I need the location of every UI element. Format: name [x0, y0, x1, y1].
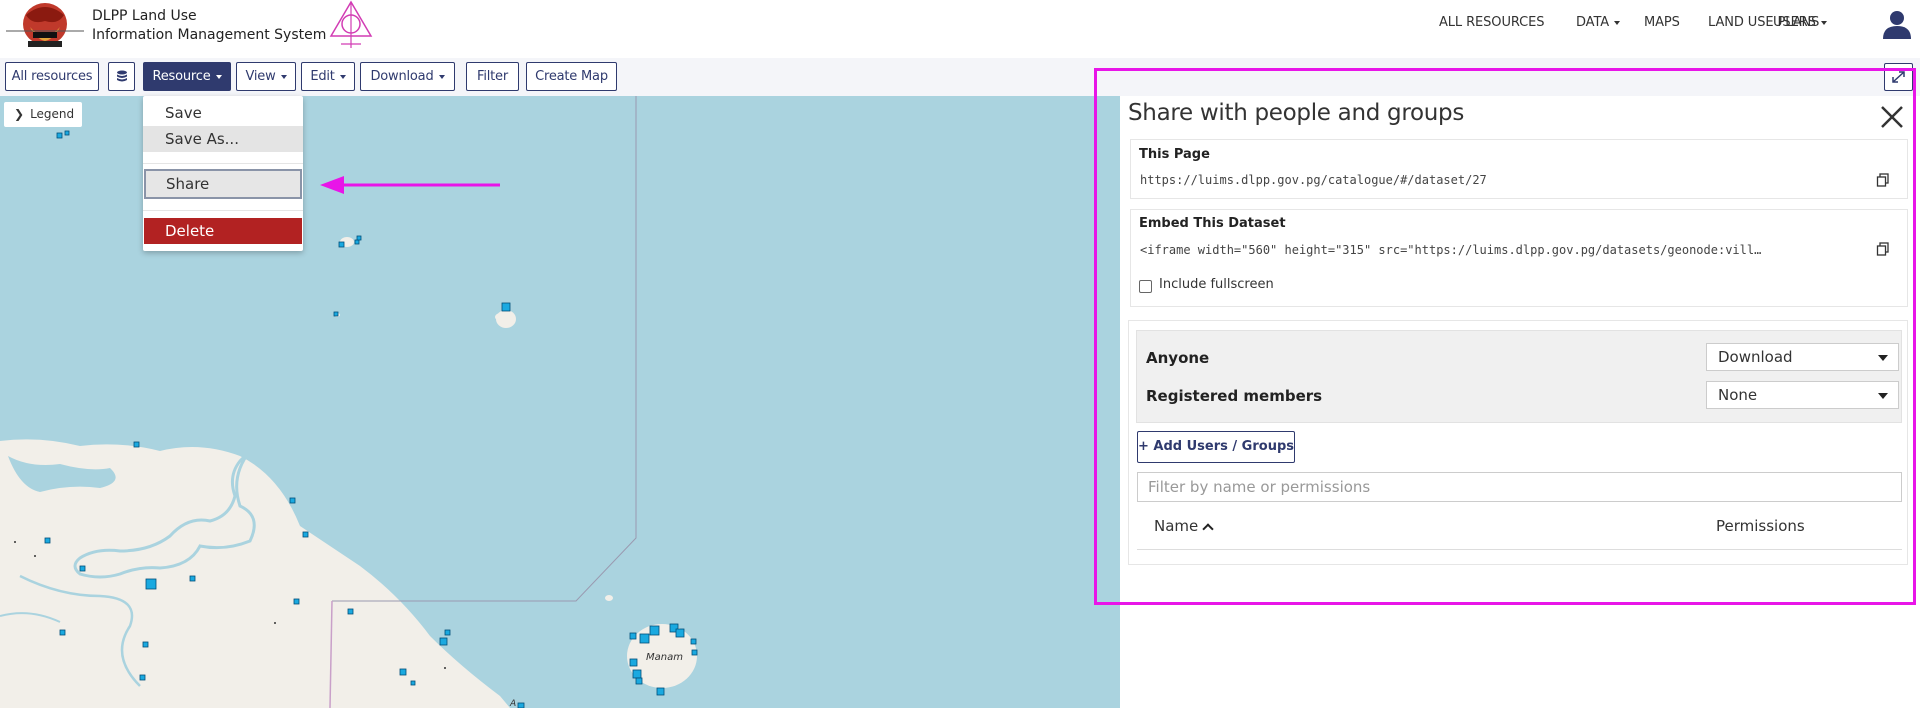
filter-button[interactable]: Filter	[466, 62, 519, 91]
permissions-filter-input[interactable]	[1137, 472, 1902, 502]
papua-new-guinea-emblem-logo[interactable]	[6, 1, 84, 51]
caret-down-icon	[339, 74, 346, 79]
menu-divider	[143, 163, 303, 164]
top-navbar: DLPP Land Use Information Management Sys…	[0, 0, 1920, 58]
dlpp-emblem-icon	[329, 0, 373, 48]
view-menu-label: View	[245, 69, 276, 84]
sort-ascending-icon	[1202, 522, 1214, 535]
caret-down-icon	[1820, 20, 1827, 25]
brand-line-1: DLPP Land Use	[92, 8, 197, 24]
menu-item-save-as[interactable]: Save As...	[143, 126, 303, 152]
download-menu-button[interactable]: Download	[360, 62, 455, 91]
create-map-button[interactable]: Create Map	[526, 62, 617, 91]
legend-toggle-button[interactable]: ❯ Legend	[4, 102, 82, 127]
include-fullscreen-label: Include fullscreen	[1159, 277, 1274, 292]
caret-down-icon	[438, 74, 445, 79]
this-page-label: This Page	[1139, 147, 1210, 162]
fullscreen-toggle-button[interactable]	[1884, 63, 1913, 91]
legend-label: Legend	[30, 107, 75, 121]
nav-all-resources[interactable]: ALL RESOURCES	[1439, 15, 1544, 30]
menu-item-delete[interactable]: Delete	[144, 218, 302, 244]
embed-code[interactable]: <iframe width="560" height="315" src="ht…	[1140, 243, 1866, 257]
caret-down-icon	[215, 74, 222, 79]
permission-value-registered: None	[1718, 386, 1758, 404]
close-icon[interactable]	[1880, 105, 1904, 129]
resource-menu-label: Resource	[152, 69, 211, 84]
permission-select-anyone[interactable]: Download	[1706, 343, 1899, 371]
nav-users-label: USERS	[1773, 15, 1816, 30]
nav-maps[interactable]: MAPS	[1644, 15, 1680, 30]
column-header-name[interactable]: Name	[1154, 517, 1214, 535]
menu-divider	[143, 210, 303, 211]
this-page-url[interactable]: https://luims.dlpp.gov.pg/catalogue/#/da…	[1140, 173, 1840, 187]
permission-name-registered: Registered members	[1146, 387, 1323, 405]
caret-down-icon	[1878, 393, 1888, 399]
this-page-card	[1130, 139, 1908, 199]
table-header-divider	[1137, 549, 1902, 550]
map-place-label-manam: Manam	[646, 652, 683, 663]
download-menu-label: Download	[370, 69, 434, 84]
caret-down-icon	[1614, 20, 1621, 25]
permission-name-anyone: Anyone	[1146, 349, 1210, 367]
menu-item-share[interactable]: Share	[144, 169, 302, 199]
annotation-arrow-icon	[320, 176, 500, 194]
caret-down-icon	[1878, 355, 1888, 361]
add-users-groups-button[interactable]: + Add Users / Groups	[1137, 431, 1295, 463]
edit-menu-label: Edit	[310, 69, 335, 84]
nav-users[interactable]: USERS	[1773, 15, 1827, 30]
all-resources-button[interactable]: All resources	[5, 62, 99, 91]
resource-menu-button[interactable]: Resource	[143, 62, 231, 91]
map-place-label: A	[509, 699, 516, 708]
copy-icon[interactable]	[1876, 173, 1890, 187]
expand-icon	[1892, 71, 1905, 83]
edit-menu-button[interactable]: Edit	[301, 62, 355, 91]
permission-value-anyone: Download	[1718, 348, 1793, 366]
column-header-permissions: Permissions	[1716, 517, 1805, 535]
copy-icon[interactable]	[1876, 242, 1890, 256]
database-icon	[116, 70, 127, 81]
nav-data-label: DATA	[1576, 15, 1610, 30]
menu-item-save[interactable]: Save	[143, 100, 303, 126]
chevron-right-icon: ❯	[14, 107, 25, 121]
caret-down-icon	[280, 74, 287, 79]
nav-data[interactable]: DATA	[1576, 15, 1621, 30]
resource-dropdown-menu: Save Save As... Share Delete	[143, 96, 303, 251]
share-panel-title: Share with people and groups	[1128, 100, 1465, 126]
view-menu-button[interactable]: View	[236, 62, 296, 91]
include-fullscreen-checkbox[interactable]	[1139, 280, 1152, 293]
permission-select-registered[interactable]: None	[1706, 381, 1899, 409]
brand-title[interactable]: DLPP Land Use Information Management Sys…	[92, 7, 326, 45]
user-icon[interactable]	[1882, 9, 1912, 39]
nav-maps-label: MAPS	[1644, 15, 1680, 30]
column-header-name-label: Name	[1154, 517, 1199, 535]
brand-line-2: Information Management System	[92, 27, 327, 43]
embed-label: Embed This Dataset	[1139, 216, 1286, 231]
layers-button[interactable]	[108, 62, 135, 91]
nav-all-resources-label: ALL RESOURCES	[1439, 15, 1545, 30]
